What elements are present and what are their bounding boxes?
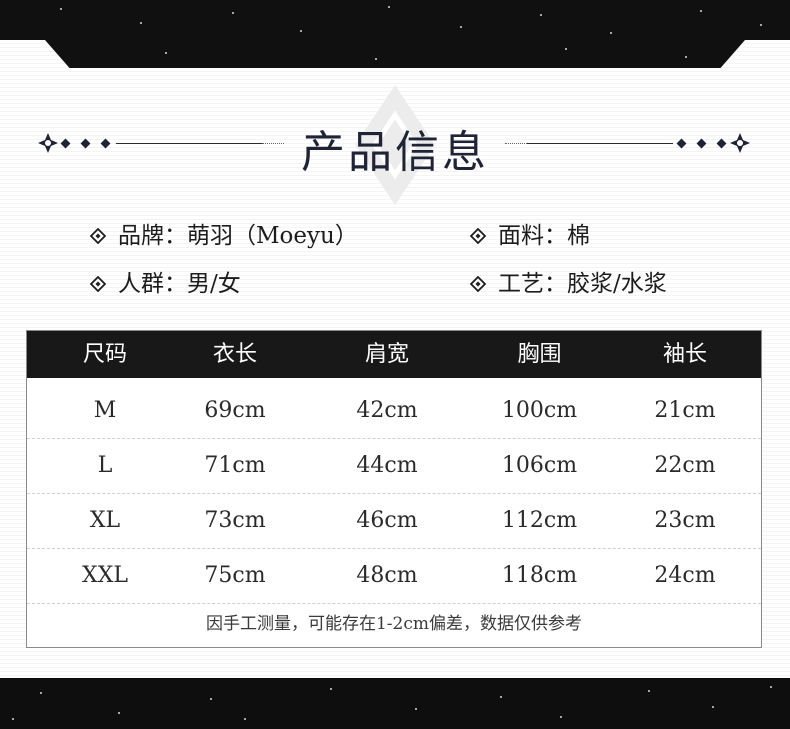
measurement-note: 因手工测量，可能存在1-2cm偏差，数据仅供参考 bbox=[205, 614, 583, 634]
info-value: 男/女 bbox=[187, 271, 241, 297]
info-craft: 工艺：胶浆/水浆 bbox=[470, 264, 667, 298]
bottom-starry-band bbox=[0, 678, 790, 729]
snowflake-ornament-icon bbox=[730, 133, 750, 153]
info-audience: 人群：男/女 bbox=[90, 264, 241, 298]
table-cell: XXL bbox=[82, 563, 128, 588]
info-fabric: 面料：棉 bbox=[470, 216, 590, 250]
info-brand: 品牌：萌羽（Moeyu） bbox=[90, 216, 358, 250]
star-field bbox=[0, 678, 790, 729]
table-cell: XL bbox=[89, 508, 121, 533]
diamond-bullet-icon bbox=[80, 138, 91, 149]
table-cell: 42cm bbox=[356, 398, 418, 423]
table-cell: 71cm bbox=[204, 453, 266, 478]
table-cell: 75cm bbox=[204, 563, 266, 588]
info-label: 品牌 bbox=[118, 223, 164, 249]
size-table: 尺码 衣长 肩宽 胸围 袖长 M 69cm 42cm 100cm 21cm L … bbox=[26, 330, 762, 648]
table-row: L 71cm 44cm 106cm 22cm bbox=[27, 438, 761, 494]
left-rule bbox=[116, 143, 262, 144]
top-trapezoid-band bbox=[45, 40, 745, 68]
info-label: 工艺 bbox=[498, 271, 544, 297]
star-field bbox=[0, 0, 790, 40]
table-cell: 100cm bbox=[501, 398, 578, 423]
info-value: 萌羽（Moeyu） bbox=[187, 223, 358, 249]
left-dotted-rule bbox=[262, 143, 284, 144]
diamond-bullet-icon bbox=[716, 138, 727, 149]
right-dotted-rule bbox=[505, 143, 527, 144]
page-title: 产品信息 bbox=[301, 127, 489, 178]
top-starry-band bbox=[0, 0, 790, 40]
column-header: 肩宽 bbox=[364, 342, 409, 367]
table-cell: 23cm bbox=[654, 508, 716, 533]
table-cell: 21cm bbox=[654, 398, 716, 423]
info-value: 棉 bbox=[567, 223, 590, 249]
table-cell: 24cm bbox=[654, 563, 716, 588]
info-value: 胶浆/水浆 bbox=[567, 271, 667, 297]
table-cell: 48cm bbox=[356, 563, 418, 588]
table-cell: L bbox=[97, 453, 113, 478]
table-row: XL 73cm 46cm 112cm 23cm bbox=[27, 493, 761, 549]
column-header: 衣长 bbox=[212, 342, 257, 367]
table-row: M 69cm 42cm 100cm 21cm bbox=[27, 383, 761, 439]
table-cell: 106cm bbox=[501, 453, 578, 478]
diamond-bullet-icon bbox=[90, 228, 106, 244]
column-header: 胸围 bbox=[517, 342, 562, 367]
table-cell: 118cm bbox=[501, 563, 578, 588]
column-header: 尺码 bbox=[82, 342, 127, 367]
diamond-bullet-icon bbox=[696, 138, 707, 149]
diamond-bullet-icon bbox=[470, 276, 486, 292]
diamond-bullet-icon bbox=[90, 276, 106, 292]
snowflake-ornament-icon bbox=[38, 133, 58, 153]
diamond-bullet-icon bbox=[676, 138, 687, 149]
diamond-bullet-icon bbox=[60, 138, 71, 149]
table-cell: 73cm bbox=[204, 508, 266, 533]
title-row: 产品信息 bbox=[0, 112, 790, 178]
table-row: XXL 75cm 48cm 118cm 24cm bbox=[27, 548, 761, 604]
table-header: 尺码 衣长 肩宽 胸围 袖长 bbox=[27, 331, 761, 378]
info-label: 面料 bbox=[498, 223, 544, 249]
table-cell: M bbox=[93, 398, 117, 423]
table-cell: 44cm bbox=[356, 453, 418, 478]
info-label: 人群 bbox=[118, 271, 164, 297]
column-header: 袖长 bbox=[662, 342, 707, 367]
diamond-bullet-icon bbox=[470, 228, 486, 244]
table-cell: 69cm bbox=[204, 398, 266, 423]
table-cell: 46cm bbox=[356, 508, 418, 533]
right-rule bbox=[527, 143, 673, 144]
table-cell: 112cm bbox=[501, 508, 578, 533]
diamond-bullet-icon bbox=[100, 138, 111, 149]
table-cell: 22cm bbox=[654, 453, 716, 478]
